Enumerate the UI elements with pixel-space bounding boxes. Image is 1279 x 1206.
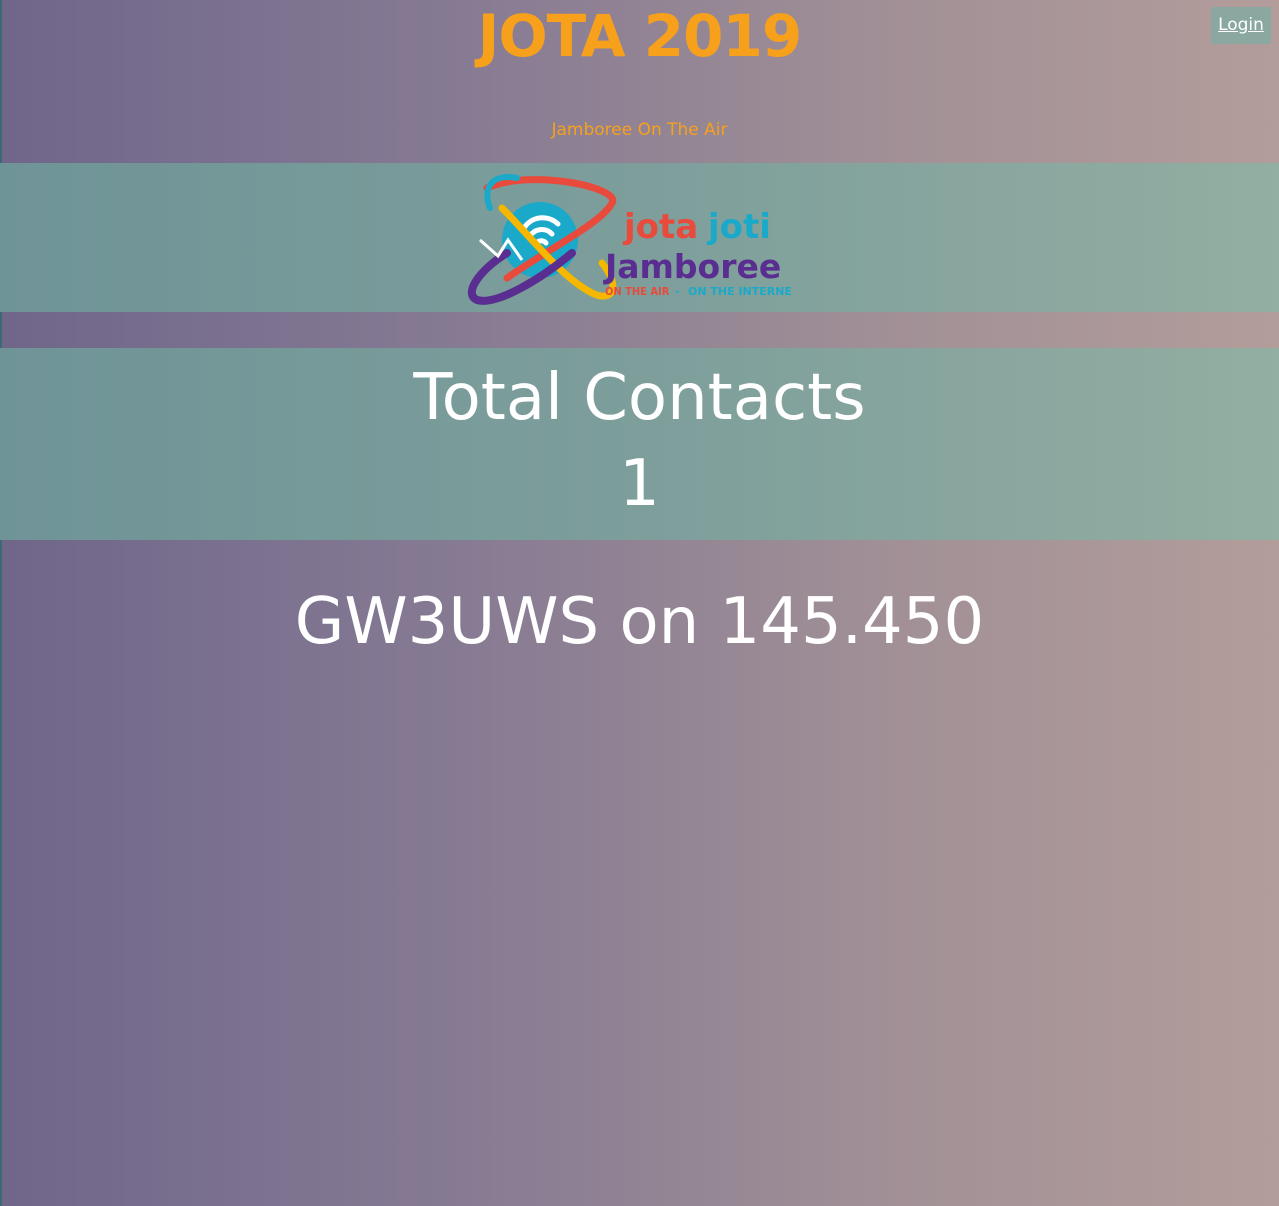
- logo-tagline-internet: ON THE INTERNET: [688, 285, 792, 298]
- page-subtitle: Jamboree On The Air: [551, 120, 728, 140]
- jotajoti-logo-icon: jota joti Jamboree ON THE AIR - ON THE I…: [467, 174, 792, 305]
- total-contacts-panel: Total Contacts 1: [0, 348, 1279, 540]
- total-contacts-label: Total Contacts: [413, 361, 866, 435]
- logo-banner: jota joti Jamboree ON THE AIR - ON THE I…: [0, 163, 1279, 312]
- logo-tagline-air: ON THE AIR: [605, 285, 670, 298]
- logo-tagline-separator: -: [675, 285, 680, 298]
- logo-word-joti: joti: [706, 207, 771, 247]
- logo-word-jota: jota: [622, 207, 698, 247]
- login-button[interactable]: Login: [1211, 7, 1271, 44]
- page-header: JOTA 2019 Jamboree On The Air Login: [0, 0, 1279, 163]
- logo-word-jamboree: Jamboree: [603, 247, 781, 286]
- page-title: JOTA 2019: [477, 2, 802, 70]
- latest-contact-text: GW3UWS on 145.450: [294, 585, 985, 659]
- total-contacts-count: 1: [619, 447, 660, 521]
